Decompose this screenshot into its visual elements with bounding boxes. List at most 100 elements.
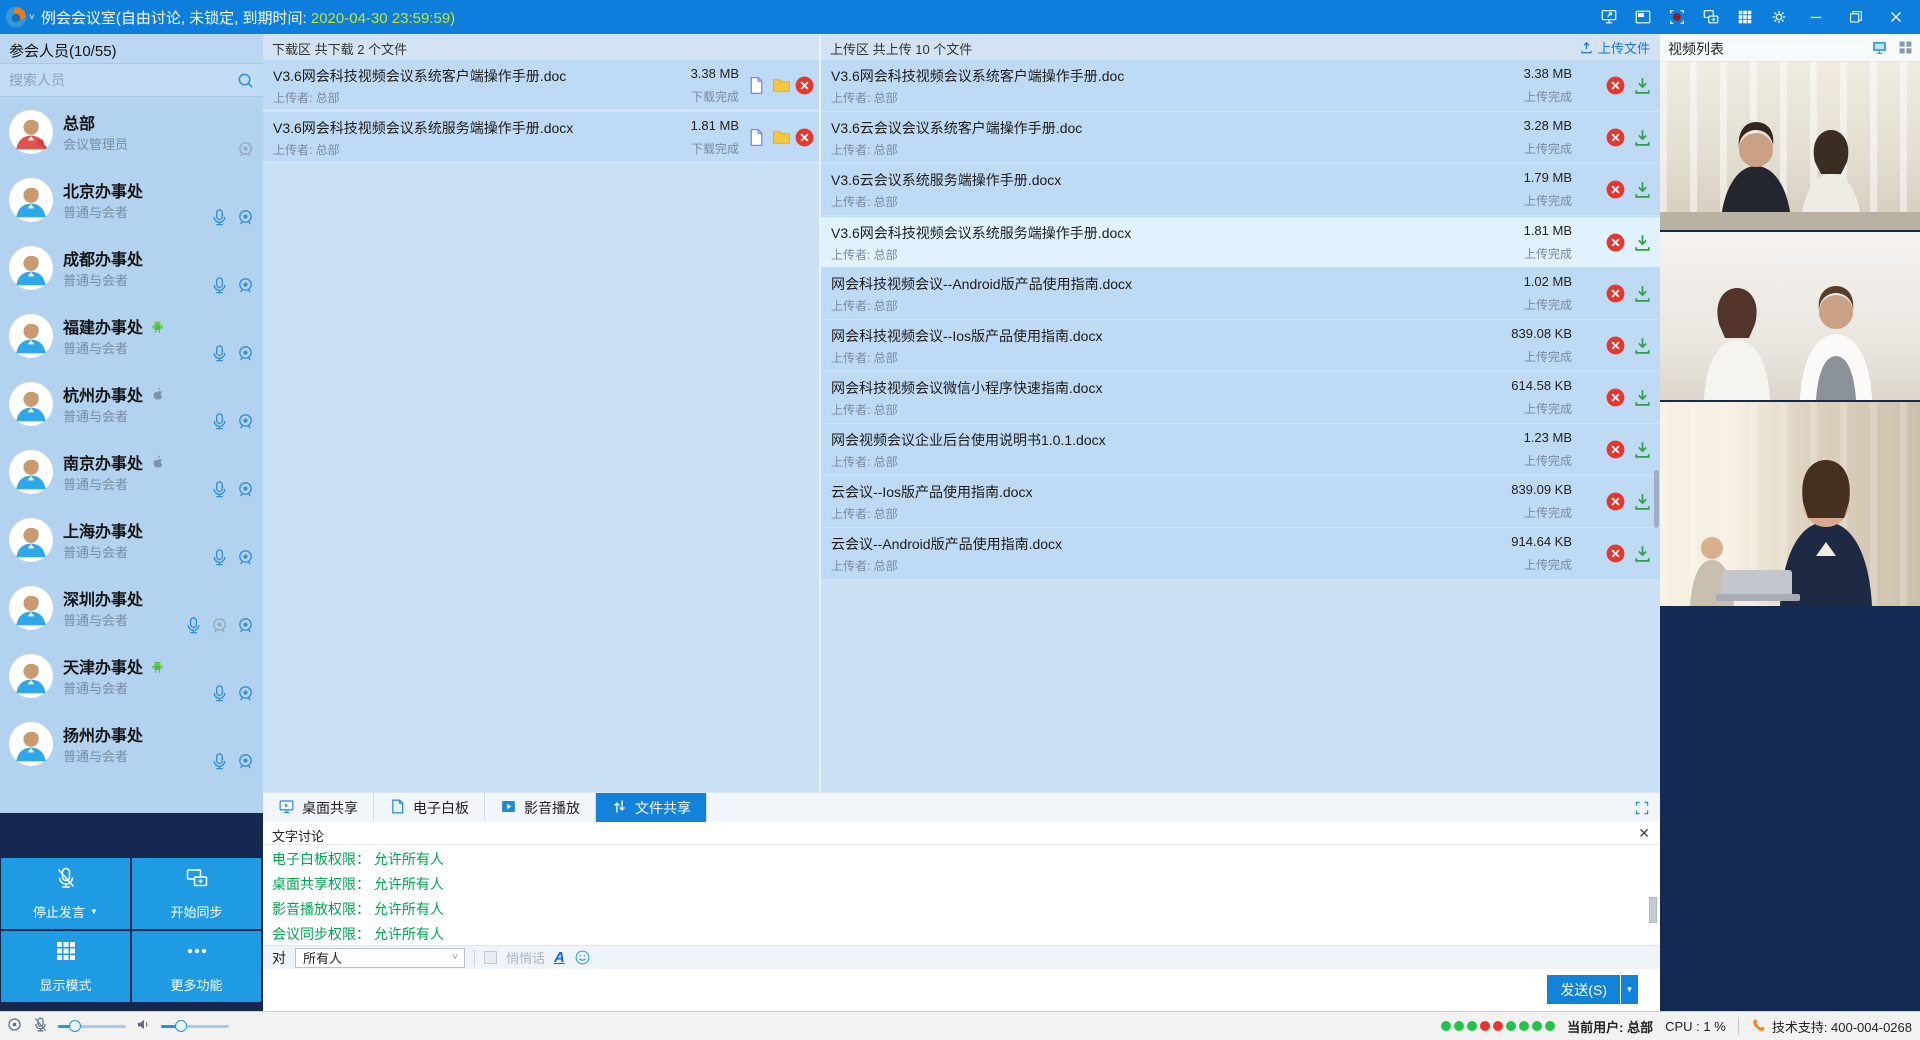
cam-icon[interactable]	[236, 684, 255, 703]
settings-icon[interactable]	[1762, 0, 1796, 34]
cam-icon[interactable]	[210, 616, 229, 635]
cam-icon[interactable]	[236, 412, 255, 431]
screen-share-icon[interactable]	[1592, 0, 1626, 34]
upload-file-row[interactable]: 网会科技视频会议微信小程序快速指南.docx 上传者: 总部 614.58 KB…	[821, 372, 1660, 424]
mic-icon[interactable]	[210, 208, 229, 227]
open-folder-icon[interactable]	[771, 127, 792, 148]
screen-sync-icon[interactable]	[1694, 0, 1728, 34]
download-icon[interactable]	[1632, 75, 1653, 96]
delete-icon[interactable]	[1605, 491, 1626, 512]
cam-icon[interactable]	[236, 276, 255, 295]
participant-row[interactable]: 北京办事处 普通与会者	[0, 166, 263, 234]
download-icon[interactable]	[1632, 387, 1653, 408]
upload-file-button[interactable]: 上传文件	[1579, 38, 1650, 57]
download-icon[interactable]	[1632, 491, 1653, 512]
download-icon[interactable]	[1632, 335, 1653, 356]
cam-icon[interactable]	[236, 344, 255, 363]
mic-icon[interactable]	[184, 616, 203, 635]
target-icon[interactable]	[6, 1016, 23, 1036]
download-icon[interactable]	[1632, 179, 1653, 200]
download-icon[interactable]	[1632, 127, 1653, 148]
chevron-down-icon[interactable]: ▼	[90, 907, 98, 916]
participant-row[interactable]: 杭州办事处 普通与会者	[0, 370, 263, 438]
upload-file-row[interactable]: 网会科技视频会议--Ios版产品使用指南.docx 上传者: 总部 839.08…	[821, 320, 1660, 372]
minimize-icon[interactable]	[1796, 0, 1836, 34]
tab-file-share[interactable]: 文件共享	[596, 793, 707, 822]
upload-file-row[interactable]: 云会议--Android版产品使用指南.docx 上传者: 总部 914.64 …	[821, 528, 1660, 580]
font-style-icon[interactable]: A	[554, 949, 565, 966]
cam-icon[interactable]	[236, 480, 255, 499]
delete-icon[interactable]	[1605, 543, 1626, 564]
download-file-row[interactable]: V3.6网会科技视频会议系统客户端操作手册.doc 上传者: 总部 3.38 M…	[263, 60, 819, 112]
more-dots-button[interactable]: 更多功能	[132, 931, 261, 1002]
tab-whiteboard[interactable]: 电子白板	[374, 793, 485, 822]
mic-icon[interactable]	[210, 412, 229, 431]
download-file-row[interactable]: V3.6网会科技视频会议系统服务端操作手册.docx 上传者: 总部 1.81 …	[263, 112, 819, 164]
tab-media-play[interactable]: 影音播放	[485, 793, 596, 822]
participant-row[interactable]: 上海办事处 普通与会者	[0, 506, 263, 574]
cam-icon[interactable]	[236, 140, 255, 159]
download-icon[interactable]	[1632, 283, 1653, 304]
cam-icon[interactable]	[236, 208, 255, 227]
delete-icon[interactable]	[794, 75, 815, 96]
upload-file-row[interactable]: V3.6网会科技视频会议系统服务端操作手册.docx 上传者: 总部 1.81 …	[821, 216, 1660, 268]
speaker-icon[interactable]	[135, 1016, 152, 1036]
video-monitor-icon[interactable]	[1871, 39, 1888, 59]
open-file-icon[interactable]	[746, 75, 767, 96]
delete-icon[interactable]	[1605, 439, 1626, 460]
chat-scrollbar-thumb[interactable]	[1649, 897, 1657, 923]
close-icon[interactable]	[1876, 0, 1916, 34]
mic-icon[interactable]	[210, 276, 229, 295]
delete-icon[interactable]	[1605, 335, 1626, 356]
search-input[interactable]	[0, 64, 263, 96]
open-folder-icon[interactable]	[771, 75, 792, 96]
cam-icon[interactable]	[236, 616, 255, 635]
cam-icon[interactable]	[236, 752, 255, 771]
delete-icon[interactable]	[1605, 283, 1626, 304]
upload-file-row[interactable]: V3.6云会议系统服务端操作手册.docx 上传者: 总部 1.79 MB 上传…	[821, 164, 1660, 216]
delete-icon[interactable]	[1605, 179, 1626, 200]
mic-icon[interactable]	[210, 752, 229, 771]
mic-icon[interactable]	[210, 548, 229, 567]
open-file-icon[interactable]	[746, 127, 767, 148]
mic-icon[interactable]	[210, 684, 229, 703]
upload-file-row[interactable]: 云会议--Ios版产品使用指南.docx 上传者: 总部 839.09 KB 上…	[821, 476, 1660, 528]
mic-muted-icon[interactable]	[32, 1016, 49, 1036]
upload-file-row[interactable]: 网会视频会议企业后台使用说明书1.0.1.docx 上传者: 总部 1.23 M…	[821, 424, 1660, 476]
download-icon[interactable]	[1632, 543, 1653, 564]
delete-icon[interactable]	[1605, 387, 1626, 408]
mic-off-button[interactable]: 停止发言 ▼	[1, 858, 130, 929]
delete-icon[interactable]	[1605, 232, 1626, 253]
mic-icon[interactable]	[210, 344, 229, 363]
close-icon[interactable]: ✕	[1638, 825, 1650, 842]
video-thumbnail[interactable]	[1660, 232, 1920, 400]
expand-icon[interactable]	[1634, 800, 1650, 816]
delete-icon[interactable]	[794, 127, 815, 148]
participant-row[interactable]: 扬州办事处 普通与会者	[0, 710, 263, 778]
record-icon[interactable]	[1660, 0, 1694, 34]
search-icon[interactable]	[236, 71, 255, 90]
message-input[interactable]	[263, 969, 1563, 1011]
recipient-select[interactable]: 所有人 ˅	[295, 948, 465, 968]
cam-icon[interactable]	[236, 548, 255, 567]
download-icon[interactable]	[1632, 439, 1653, 460]
presentation-icon[interactable]	[1626, 0, 1660, 34]
download-icon[interactable]	[1632, 232, 1653, 253]
app-grid-icon[interactable]	[1728, 0, 1762, 34]
video-thumbnail[interactable]	[1660, 402, 1920, 606]
participant-row[interactable]: 天津办事处 普通与会者	[0, 642, 263, 710]
participant-row[interactable]: 深圳办事处 普通与会者	[0, 574, 263, 642]
mic-icon[interactable]	[210, 480, 229, 499]
upload-file-row[interactable]: V3.6云会议会议系统客户端操作手册.doc 上传者: 总部 3.28 MB 上…	[821, 112, 1660, 164]
delete-icon[interactable]	[1605, 75, 1626, 96]
send-button[interactable]: 发送(S) ▼	[1547, 975, 1638, 1004]
participant-row[interactable]: 南京办事处 普通与会者	[0, 438, 263, 506]
video-thumbnail[interactable]	[1660, 62, 1920, 230]
app-menu-chevron-icon[interactable]: ˅	[29, 12, 35, 23]
upload-file-row[interactable]: 网会科技视频会议--Android版产品使用指南.docx 上传者: 总部 1.…	[821, 268, 1660, 320]
mic-volume-slider[interactable]	[58, 1025, 126, 1028]
upload-file-row[interactable]: V3.6网会科技视频会议系统客户端操作手册.doc 上传者: 总部 3.38 M…	[821, 60, 1660, 112]
delete-icon[interactable]	[1605, 127, 1626, 148]
video-grid-icon[interactable]	[1897, 39, 1914, 59]
participant-row[interactable]: 成都办事处 普通与会者	[0, 234, 263, 302]
